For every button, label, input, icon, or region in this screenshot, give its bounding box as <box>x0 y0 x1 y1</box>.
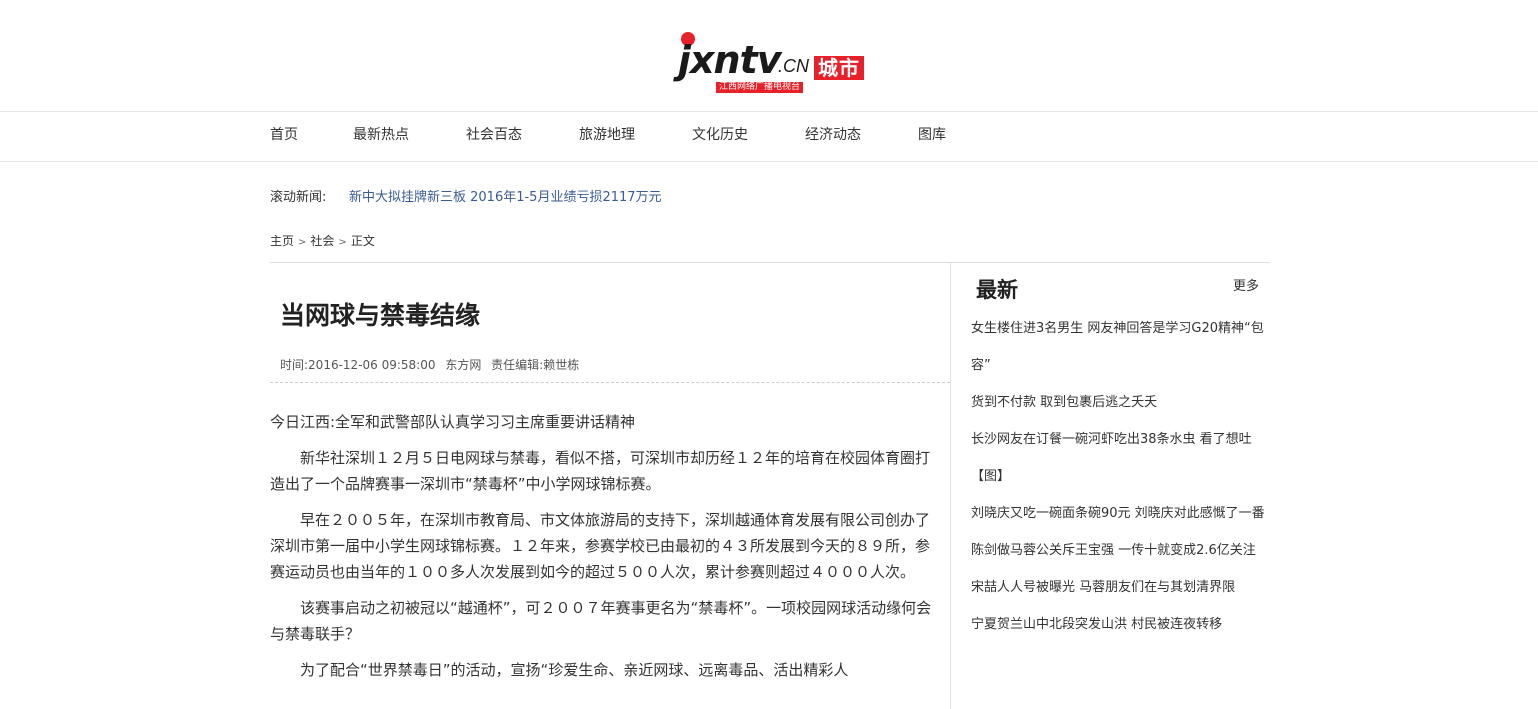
breadcrumb-separator: > <box>338 237 347 248</box>
latest-news-item[interactable]: 宁夏贺兰山中北段突发山洪 村民被连夜转移 <box>971 606 1267 643</box>
latest-news-item[interactable]: 长沙网友在订餐一碗河虾吃出38条水虫 看了想吐【图】 <box>971 421 1267 495</box>
article-meta: 时间:2016-12-06 09:58:00 东方网 责任编辑:赖世栋 <box>280 356 585 374</box>
article-paragraph: 为了配合“世界禁毒日”的活动，宣扬“珍爱生命、亲近网球、远离毒品、活出精彩人 <box>300 661 849 679</box>
breadcrumb-section[interactable]: 社会 <box>310 234 334 248</box>
article-paragraph: 该赛事启动之初被冠以“越通杯”，可２００７年赛事更名为“禁毒杯”。一项校园网球活… <box>270 599 932 643</box>
article-paragraph: 早在２００５年，在深圳市教育局、市文体旅游局的支持下，深圳越通体育发展有限公司创… <box>270 511 931 581</box>
logo-city-badge: 城市 <box>814 56 864 80</box>
meta-divider <box>270 382 950 383</box>
breadcrumb-home[interactable]: 主页 <box>270 234 294 248</box>
site-header: jxntv .CN 城市 江西网络广播电视台 <box>0 0 1538 112</box>
sidebar-title: 最新 <box>976 278 1018 302</box>
nav-item-society[interactable]: 社会百态 <box>466 112 522 160</box>
logo-domain: .CN <box>778 56 809 76</box>
latest-news-item[interactable]: 陈剑做马蓉公关斥王宝强 一传十就变成2.6亿关注 <box>971 532 1267 569</box>
article-body: 今日江西:全军和武警部队认真学习习主席重要讲话精神 新华社深圳１２月５日电网球与… <box>270 409 934 693</box>
latest-news-item[interactable]: 货到不付款 取到包裹后逃之夭夭 <box>971 384 1267 421</box>
article-paragraph: 今日江西:全军和武警部队认真学习习主席重要讲话精神 <box>270 413 636 431</box>
nav-item-hot[interactable]: 最新热点 <box>353 112 409 160</box>
latest-news-item[interactable]: 宋喆人人号被曝光 马蓉朋友们在与其划清界限 <box>971 569 1267 606</box>
breadcrumb-separator: > <box>298 237 307 248</box>
logo-subtitle: 江西网络广播电视台 <box>716 82 804 93</box>
nav-item-economy[interactable]: 经济动态 <box>805 112 861 160</box>
breadcrumb: 主页 > 社会 > 正文 <box>270 232 375 252</box>
article-editor: 责任编辑:赖世栋 <box>491 358 580 372</box>
scroll-news-label: 滚动新闻: <box>270 190 327 205</box>
article-title: 当网球与禁毒结缘 <box>280 301 481 330</box>
latest-news-item[interactable]: 刘晓庆又吃一碗面条碗90元 刘晓庆对此感慨了一番 <box>971 495 1267 532</box>
latest-news-item[interactable]: 女生楼住进3名男生 网友神回答是学习G20精神“包容” <box>971 310 1267 384</box>
logo-wordmark: jxntv <box>678 38 782 82</box>
scroll-news-link[interactable]: 新中大拟挂牌新三板 2016年1-5月业绩亏损2117万元 <box>349 187 662 209</box>
breadcrumb-current: 正文 <box>350 234 375 248</box>
column-divider <box>950 263 951 709</box>
nav-item-gallery[interactable]: 图库 <box>918 112 946 160</box>
more-link[interactable]: 更多 <box>1233 277 1259 297</box>
nav-item-travel[interactable]: 旅游地理 <box>579 112 635 160</box>
latest-news-list: 女生楼住进3名男生 网友神回答是学习G20精神“包容” 货到不付款 取到包裹后逃… <box>971 310 1267 643</box>
scroll-news: 滚动新闻: 新中大拟挂牌新三板 2016年1-5月业绩亏损2117万元 <box>270 187 662 209</box>
article-paragraph: 新华社深圳１２月５日电网球与禁毒，看似不搭，可深圳市却历经１２年的培育在校园体育… <box>270 449 931 493</box>
article-source: 东方网 <box>445 358 482 372</box>
nav-item-culture[interactable]: 文化历史 <box>692 112 748 160</box>
site-logo[interactable]: jxntv .CN 城市 江西网络广播电视台 <box>676 30 868 93</box>
article-time: 时间:2016-12-06 09:58:00 <box>280 358 436 372</box>
main-nav: 首页 最新热点 社会百态 旅游地理 文化历史 经济动态 图库 <box>0 112 1538 162</box>
content-divider <box>270 262 1270 263</box>
nav-item-home[interactable]: 首页 <box>270 112 298 160</box>
